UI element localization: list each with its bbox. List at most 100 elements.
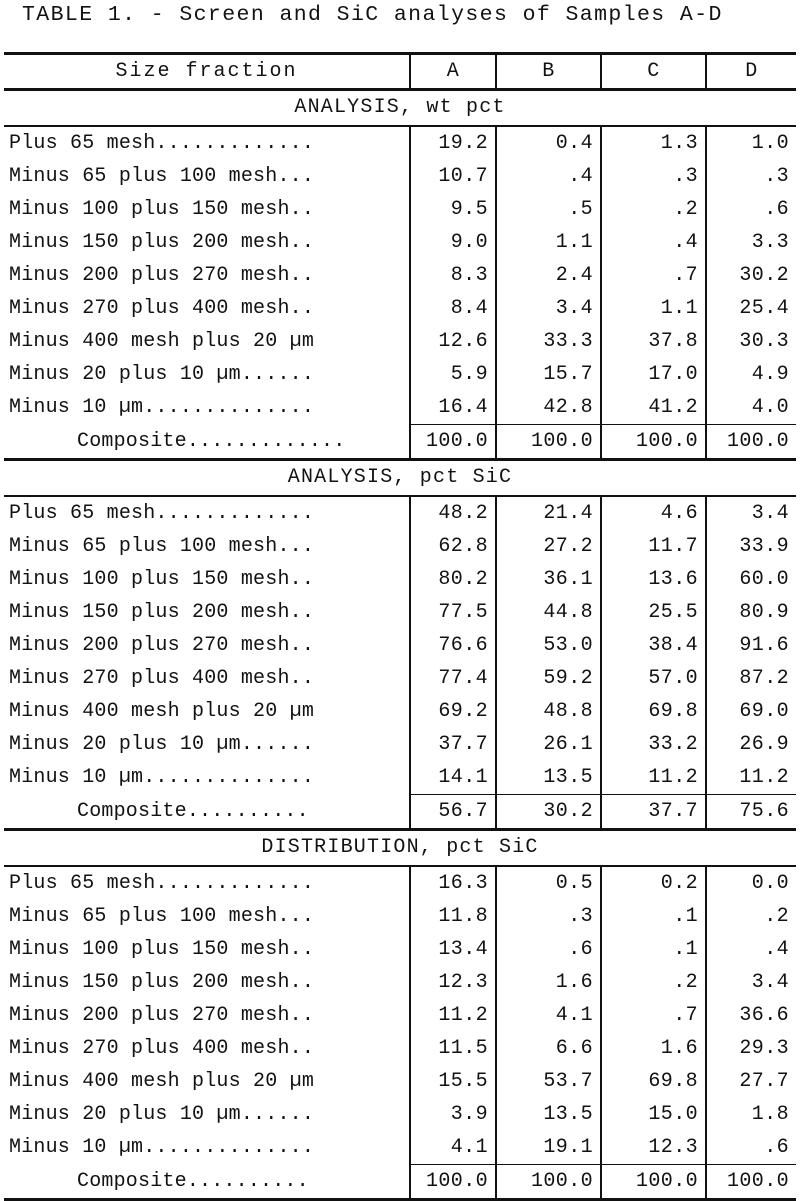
cell-b: 4.1: [495, 999, 601, 1032]
cell-a: 14.1: [409, 761, 496, 795]
cell-d: 4.0: [705, 391, 796, 425]
row-label: Minus 400 mesh plus 20 µm: [9, 700, 315, 723]
cell-b: .5: [495, 193, 601, 226]
row-label: Minus 100 plus 150 mesh..: [9, 568, 315, 591]
cell-b: 1.1: [495, 226, 601, 259]
table-row: Minus 270 plus 400 mesh.. 11.5 6.6 1.6 29.3: [4, 1032, 796, 1065]
cell-b: 44.8: [495, 596, 601, 629]
row-label: Minus 150 plus 200 mesh..: [9, 971, 315, 994]
table-row: Minus 10 µm.............. 4.1 19.1 12.3.6: [4, 1131, 796, 1165]
composite-row: Composite.......... 56.7 30.2 37.7 75.6: [4, 794, 796, 830]
cell-c: .3: [600, 160, 706, 193]
cell-c: .2: [600, 966, 706, 999]
cell-a: 19.2: [409, 126, 496, 160]
row-label: Minus 270 plus 400 mesh..: [9, 1037, 315, 1060]
table-row: Minus 10 µm.............. 14.1 13.5 11.2 11.…: [4, 761, 796, 795]
row-label: Minus 150 plus 200 mesh..: [9, 231, 315, 254]
table-row: Minus 150 plus 200 mesh.. 9.0 1.1.4 3.3: [4, 226, 796, 259]
row-label: Minus 65 plus 100 mesh...: [9, 535, 315, 558]
column-header-size-fraction: Size fraction: [4, 52, 410, 91]
page-title: TABLE 1. - Screen and SiC analyses of Sa…: [22, 3, 723, 27]
cell-c: 69.8: [600, 695, 706, 728]
table-row: Minus 270 plus 400 mesh.. 77.4 59.2 57.0 87.…: [4, 662, 796, 695]
cell-a: 9.5: [409, 193, 496, 226]
cell-b: 42.8: [495, 391, 601, 425]
composite-label: Composite.............: [4, 425, 410, 460]
row-label: Minus 270 plus 400 mesh..: [9, 297, 315, 320]
cell-b: 3.4: [495, 292, 601, 325]
table-row: Minus 400 mesh plus 20 µm 12.6 33.3 37.8 30.…: [4, 325, 796, 358]
cell-b: .6: [495, 933, 601, 966]
cell-b: 13.5: [495, 761, 601, 795]
cell-b: 15.7: [495, 358, 601, 391]
cell-d: 1.0: [705, 126, 796, 160]
cell-c: .2: [600, 193, 706, 226]
cell-d: 3.3: [705, 226, 796, 259]
cell-c: 25.5: [600, 596, 706, 629]
cell-d: .2: [705, 900, 796, 933]
cell-d: 25.4: [705, 292, 796, 325]
cell-d: 80.9: [705, 596, 796, 629]
cell-c: 11.7: [600, 530, 706, 563]
row-label: Minus 270 plus 400 mesh..: [9, 667, 315, 690]
cell-a: 4.1: [409, 1131, 496, 1165]
cell-b: .4: [495, 160, 601, 193]
column-header-b: B: [495, 52, 601, 91]
row-label: Minus 200 plus 270 mesh..: [9, 634, 315, 657]
cell-a: 62.8: [409, 530, 496, 563]
table-row: Minus 200 plus 270 mesh.. 11.2 4.1.7 36.6: [4, 999, 796, 1032]
cell-a: 48.2: [409, 496, 496, 530]
cell-a: 77.5: [409, 596, 496, 629]
cell-a: 8.4: [409, 292, 496, 325]
row-label: Minus 200 plus 270 mesh..: [9, 264, 315, 287]
table-row: Minus 65 plus 100 mesh... 11.8.3.1.2: [4, 900, 796, 933]
row-label: Minus 20 plus 10 µm......: [9, 363, 315, 386]
cell-c: .7: [600, 999, 706, 1032]
cell-c: 38.4: [600, 629, 706, 662]
composite-cell-b: 100.0: [495, 1164, 601, 1198]
section-title: ANALYSIS, pct SiC: [4, 458, 796, 497]
cell-a: 11.8: [409, 900, 496, 933]
cell-d: 30.2: [705, 259, 796, 292]
composite-label-text: Composite..........: [77, 1169, 309, 1193]
table-row: Minus 200 plus 270 mesh.. 8.3 2.4.7 30.2: [4, 259, 796, 292]
section-header-row: ANALYSIS, pct SiC: [4, 458, 796, 497]
composite-label: Composite..........: [4, 1165, 410, 1199]
table-row: Minus 20 plus 10 µm...... 3.9 13.5 15.0 1.8: [4, 1098, 796, 1131]
composite-cell-c: 37.7: [600, 794, 706, 830]
cell-a: 12.3: [409, 966, 496, 999]
cell-c: .7: [600, 259, 706, 292]
table-row: Plus 65 mesh............. 16.3 0.5 0.2 0.0: [4, 866, 796, 900]
cell-b: 6.6: [495, 1032, 601, 1065]
row-label: Minus 200 plus 270 mesh..: [9, 1004, 315, 1027]
cell-d: 36.6: [705, 999, 796, 1032]
analysis-table: Size fraction A B C D ANALYSIS, wt pct Plus 65…: [4, 52, 796, 1201]
cell-a: 5.9: [409, 358, 496, 391]
table-row: Plus 65 mesh............. 19.2 0.4 1.3 1.0: [4, 126, 796, 160]
cell-d: 1.8: [705, 1098, 796, 1131]
table-row: Minus 20 plus 10 µm...... 37.7 26.1 33.2 26.…: [4, 728, 796, 761]
cell-a: 11.5: [409, 1032, 496, 1065]
table-row: Minus 100 plus 150 mesh.. 9.5.5.2.6: [4, 193, 796, 226]
cell-d: 30.3: [705, 325, 796, 358]
section-header-row: ANALYSIS, wt pct: [4, 89, 796, 127]
cell-b: 33.3: [495, 325, 601, 358]
row-label: Plus 65 mesh.............: [9, 872, 315, 895]
table-row: Minus 150 plus 200 mesh.. 77.5 44.8 25.5 80.…: [4, 596, 796, 629]
cell-d: 69.0: [705, 695, 796, 728]
cell-c: .4: [600, 226, 706, 259]
cell-a: 3.9: [409, 1098, 496, 1131]
composite-cell-a: 56.7: [409, 794, 496, 830]
composite-cell-a: 100.0: [409, 1164, 496, 1198]
composite-label-text: Composite.............: [77, 429, 346, 453]
composite-cell-d: 100.0: [705, 424, 796, 460]
column-header-d: D: [705, 52, 796, 91]
cell-c: 57.0: [600, 662, 706, 695]
table-row: Plus 65 mesh............. 48.2 21.4 4.6 3.4: [4, 496, 796, 530]
row-label: Minus 10 µm..............: [9, 766, 315, 790]
row-label: Minus 20 plus 10 µm......: [9, 733, 315, 756]
cell-d: .6: [705, 193, 796, 226]
cell-b: 53.0: [495, 629, 601, 662]
cell-d: 29.3: [705, 1032, 796, 1065]
composite-row: Composite............. 100.0 100.0 100.0 100…: [4, 424, 796, 460]
